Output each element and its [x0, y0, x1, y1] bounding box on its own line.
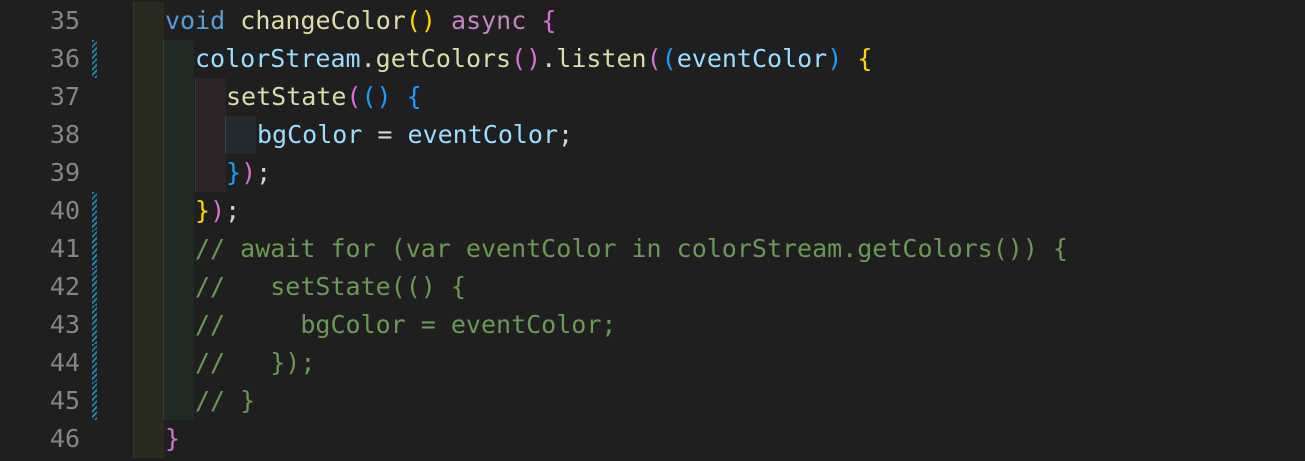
indent-guide — [163, 192, 194, 230]
indent-guide — [133, 192, 164, 230]
indent-guide — [133, 306, 164, 344]
line-number: 36 — [49, 44, 80, 73]
indent-guide — [225, 116, 256, 154]
modified-line-marker[interactable] — [92, 382, 97, 420]
indent-guide — [163, 306, 194, 344]
indent-guide — [163, 382, 194, 420]
indent-guide — [133, 78, 164, 116]
indent-guide — [133, 154, 164, 192]
line-number: 37 — [49, 82, 80, 111]
indent-guide — [133, 382, 164, 420]
code-text[interactable]: void changeColor() async { — [165, 2, 556, 40]
line-number: 40 — [49, 196, 80, 225]
line-number: 46 — [49, 424, 80, 453]
code-text[interactable]: } — [165, 420, 180, 458]
code-line-40[interactable]: 40 }); — [0, 192, 1305, 230]
code-line-35[interactable]: 35 void changeColor() async { — [0, 2, 1305, 40]
code-line-42[interactable]: 42 // setState(() { — [0, 268, 1305, 306]
line-number: 44 — [49, 348, 80, 377]
indent-guide — [163, 344, 194, 382]
code-line-45[interactable]: 45 // } — [0, 382, 1305, 420]
indent-guide — [195, 116, 226, 154]
line-number: 45 — [49, 386, 80, 415]
indent-guide — [163, 230, 194, 268]
code-text[interactable]: setState(() { — [226, 78, 422, 116]
modified-line-marker[interactable] — [92, 192, 97, 230]
indent-guide — [195, 154, 226, 192]
line-number: 41 — [49, 234, 80, 263]
code-text[interactable]: colorStream.getColors().listen((eventCol… — [195, 40, 872, 78]
code-line-36[interactable]: 36 colorStream.getColors().listen((event… — [0, 40, 1305, 78]
comment-text[interactable]: // bgColor = eventColor; — [195, 306, 616, 344]
code-line-38[interactable]: 38 bgColor = eventColor; — [0, 116, 1305, 154]
modified-line-marker[interactable] — [92, 306, 97, 344]
code-text[interactable]: }); — [195, 192, 240, 230]
line-number: 42 — [49, 272, 80, 301]
comment-text[interactable]: // setState(() { — [195, 268, 466, 306]
modified-line-marker[interactable] — [92, 40, 97, 78]
indent-guide — [133, 2, 164, 40]
modified-line-marker[interactable] — [92, 344, 97, 382]
indent-guide — [163, 116, 194, 154]
code-line-39[interactable]: 39 }); — [0, 154, 1305, 192]
modified-line-marker[interactable] — [92, 230, 97, 268]
comment-text[interactable]: // } — [195, 382, 255, 420]
line-number: 38 — [49, 120, 80, 149]
indent-guide — [133, 268, 164, 306]
comment-text[interactable]: // }); — [195, 344, 315, 382]
line-number: 39 — [49, 158, 80, 187]
indent-guide — [133, 344, 164, 382]
indent-guide — [163, 268, 194, 306]
indent-guide — [133, 116, 164, 154]
code-text[interactable]: }); — [226, 154, 271, 192]
indent-guide — [133, 230, 164, 268]
line-number: 43 — [49, 310, 80, 339]
code-line-43[interactable]: 43 // bgColor = eventColor; — [0, 306, 1305, 344]
modified-line-marker[interactable] — [92, 268, 97, 306]
indent-guide — [163, 154, 194, 192]
code-line-41[interactable]: 41 // await for (var eventColor in color… — [0, 230, 1305, 268]
code-line-44[interactable]: 44 // }); — [0, 344, 1305, 382]
indent-guide — [195, 78, 226, 116]
code-text[interactable]: bgColor = eventColor; — [257, 116, 573, 154]
code-line-37[interactable]: 37 setState(() { — [0, 78, 1305, 116]
indent-guide — [133, 40, 164, 78]
comment-text[interactable]: // await for (var eventColor in colorStr… — [195, 230, 1068, 268]
indent-guide — [163, 40, 194, 78]
indent-guide — [163, 78, 194, 116]
line-number: 35 — [49, 6, 80, 35]
indent-guide — [133, 420, 164, 458]
code-line-46[interactable]: 46 } — [0, 420, 1305, 458]
code-editor[interactable]: 35 void changeColor() async { 36 colorSt… — [0, 0, 1305, 461]
